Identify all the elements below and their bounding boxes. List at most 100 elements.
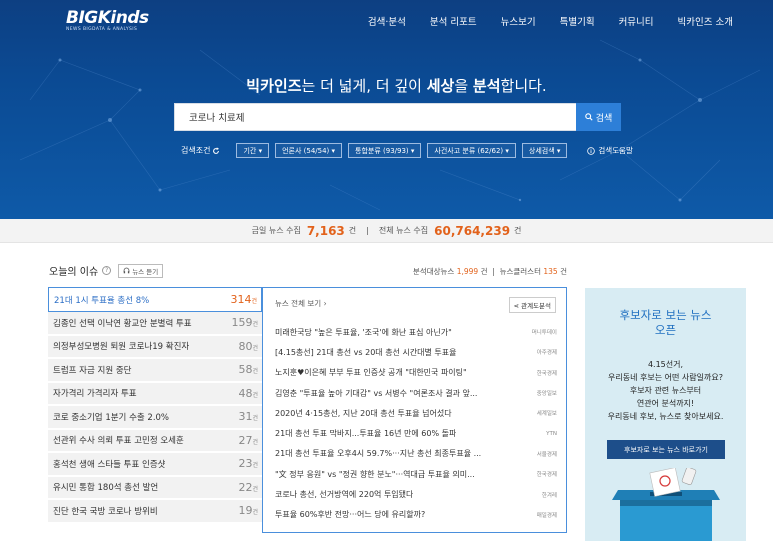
issue-item[interactable]: 김종인 선택 이낙연 황교안 분별력 투표 159건 <box>48 312 262 336</box>
news-item[interactable]: 김영춘 "투표율 높아 기대감" vs 서병수 "여론조사 결과 앞... 중앙일… <box>275 383 557 403</box>
news-title: 코로나 총선, 선거방역에 220억 투입됐다 <box>275 490 414 500</box>
listen-news-label: 뉴스 듣기 <box>132 267 159 276</box>
nav-analysis-report[interactable]: 분석 리포트 <box>430 14 477 28</box>
news-all-label: 뉴스 전체 보기 <box>275 299 322 308</box>
promo-text-line: 후보자 관련 뉴스부터 <box>629 386 702 395</box>
issue-title: 진단 한국 국방 코로나 방위비 <box>53 506 158 517</box>
news-item[interactable]: 21대 총선 투표 막바지...투표율 16년 만에 60% 돌파 YTN <box>275 423 557 443</box>
issue-title: 자가격리 가격리자 투표 <box>53 389 137 400</box>
news-all-link[interactable]: 뉴스 전체 보기 › <box>275 298 327 309</box>
news-title: 2020년 4·15총선, 지난 20대 총선 투표율 넘어섰다 <box>275 408 452 418</box>
filter-detail-label: 상세검색 <box>528 146 555 155</box>
issue-count-unit: 건 <box>252 368 258 376</box>
news-list: 미래한국당 "높은 투표율, '조국'에 화난 표심 아닌가" 머니투데이 [4.… <box>275 322 557 525</box>
promo-text-line: 4.15선거, <box>647 360 684 369</box>
nav-community[interactable]: 커뮤니티 <box>619 14 654 28</box>
news-source: 세계일보 <box>536 411 557 418</box>
filter-incident[interactable]: 사건사고 분류 (62/62) ▾ <box>427 143 516 158</box>
issue-title: 트럼프 자금 지원 중단 <box>53 365 132 376</box>
today-value: 7,163 <box>306 223 345 238</box>
issue-item[interactable]: 21대 1시 투표율 총선 8% 314건 <box>48 287 262 312</box>
issue-count-value: 31 <box>238 410 253 424</box>
news-title: 21대 총선 투표 막바지...투표율 16년 만에 60% 돌파 <box>275 429 457 439</box>
filter-detail[interactable]: 상세검색 ▾ <box>521 143 568 158</box>
filter-press[interactable]: 언론사 (54/54) ▾ <box>275 143 343 158</box>
nav-special[interactable]: 특별기획 <box>560 14 595 28</box>
issue-item[interactable]: 코로 중소기업 1분기 수출 2.0% 31건 <box>48 406 262 430</box>
nav-about[interactable]: 빅카인즈 소개 <box>678 14 733 28</box>
candidate-news-button[interactable]: 후보자로 보는 뉴스 바로가기 <box>607 440 725 459</box>
news-item[interactable]: 코로나 총선, 선거방역에 220억 투입됐다 한겨레 <box>275 484 557 504</box>
issue-count: 23건 <box>238 457 258 470</box>
news-title: [4.15총선] 21대 총선 vs 20대 총선 시간대별 투표율 <box>275 347 457 357</box>
news-panel-header: 뉴스 전체 보기 › ⋖ 관계도분석 <box>263 288 566 318</box>
filter-period[interactable]: 기간 ▾ <box>236 143 270 158</box>
main-nav: 검색·분석 분석 리포트 뉴스보기 특별기획 커뮤니티 빅카인즈 소개 <box>344 14 733 28</box>
issue-count: 48건 <box>238 387 258 400</box>
total-unit: 건 <box>514 226 522 235</box>
news-title: 노지훈♥이은혜 부부 투표 인증샷 공개 "대한민국 파이팅" <box>275 368 467 378</box>
listen-news-button[interactable]: 뉴스 듣기 <box>118 263 164 278</box>
promo-text: 4.15선거, 우리동네 후보는 어떤 사람일까요? 후보자 관련 뉴스부터 연… <box>585 358 746 423</box>
news-item[interactable]: 노지훈♥이은혜 부부 투표 인증샷 공개 "대한민국 파이팅" 한국경제 <box>275 363 557 383</box>
filter-press-label: 언론사 (54/54) <box>282 146 330 155</box>
issue-title: 코로 중소기업 1분기 수출 2.0% <box>53 412 170 423</box>
filter-incident-label: 사건사고 분류 (62/62) <box>434 146 504 155</box>
issue-count: 22건 <box>238 481 258 494</box>
analysis-unit: 건 <box>480 267 488 276</box>
promo-text-line: 연관어 분석까지! <box>636 399 695 408</box>
news-source: 아주경제 <box>536 350 557 357</box>
caret-down-icon: ▾ <box>331 146 336 155</box>
promo-text-line: 우리동네 후보, 뉴스로 찾아보세요. <box>607 412 724 421</box>
issue-count-value: 19 <box>238 504 253 518</box>
issue-count-unit: 건 <box>252 438 258 446</box>
issue-item[interactable]: 자가격리 가격리자 투표 48건 <box>48 382 262 406</box>
hero-banner: BIGKinds NEWS BIGDATA & ANALYSIS 검색·분석 분… <box>0 0 773 219</box>
issue-item[interactable]: 의정부성모병원 퇴원 코로나19 확진자 80건 <box>48 335 262 359</box>
news-item[interactable]: 투표율 60%후반 전망···어느 당에 유리할까? 매일경제 <box>275 505 557 525</box>
issue-item[interactable]: 홍석천 생애 스타들 투표 인증샷 23건 <box>48 453 262 477</box>
issue-count-unit: 건 <box>252 462 258 470</box>
search-help-link[interactable]: 검색도움말 <box>587 145 633 156</box>
news-source: 한국경제 <box>536 472 557 479</box>
issue-item[interactable]: 진단 한국 국방 코로나 방위비 19건 <box>48 500 262 524</box>
filter-category[interactable]: 통합분류 (93/93) ▾ <box>348 143 422 158</box>
issues-title: 오늘의 이슈 <box>49 267 99 278</box>
ballot-box-illustration <box>612 468 720 541</box>
news-item[interactable]: 21대 총선 투표율 오후4시 59.7%···지난 총선 최종투표율 ... 서… <box>275 444 557 464</box>
logo-subtitle: NEWS BIGDATA & ANALYSIS <box>66 27 138 32</box>
slogan-strong1: 세상 <box>426 77 455 95</box>
nav-news-view[interactable]: 뉴스보기 <box>501 14 536 28</box>
issue-item[interactable]: 트럼프 자금 지원 중단 58건 <box>48 359 262 383</box>
issue-title: 홍석천 생애 스타들 투표 인증샷 <box>53 459 166 470</box>
cluster-unit: 건 <box>560 267 567 276</box>
news-item[interactable]: 미래한국당 "높은 투표율, '조국'에 화난 표심 아닌가" 머니투데이 <box>275 322 557 342</box>
relation-analysis-label: 관계도분석 <box>521 302 551 310</box>
search-button[interactable]: 검색 <box>576 103 621 131</box>
news-item[interactable]: "文 정부 응원" vs "정권 향한 분노"···역대급 투표율 의미... 한… <box>275 464 557 484</box>
issue-item[interactable]: 선관위 수사 의뢰 투표 고민정 오세훈 27건 <box>48 429 262 453</box>
help-icon[interactable]: ? <box>102 266 112 275</box>
bigkinds-logo[interactable]: BIGKinds NEWS BIGDATA & ANALYSIS <box>66 8 149 32</box>
issue-count: 19건 <box>238 504 258 517</box>
issue-count-unit: 건 <box>252 391 258 399</box>
relation-analysis-button[interactable]: ⋖ 관계도분석 <box>508 297 556 313</box>
news-item[interactable]: [4.15총선] 21대 총선 vs 20대 총선 시간대별 투표율 아주경제 <box>275 342 557 362</box>
news-source: 한국경제 <box>536 370 557 377</box>
search-input[interactable] <box>175 104 576 130</box>
caret-down-icon: ▾ <box>258 146 263 155</box>
nav-search-analysis[interactable]: 검색·분석 <box>368 14 406 28</box>
refresh-icon[interactable] <box>212 146 220 155</box>
issue-count: 27건 <box>238 434 258 447</box>
slogan-part1: 는 더 넓게, 더 깊이 <box>301 77 427 95</box>
issue-item[interactable]: 유시민 통합 180석 총선 발언 22건 <box>48 476 262 500</box>
news-item[interactable]: 2020년 4·15총선, 지난 20대 총선 투표율 넘어섰다 세계일보 <box>275 403 557 423</box>
slogan-part2: 을 <box>454 77 473 95</box>
caret-down-icon: ▾ <box>410 146 415 155</box>
headphones-icon <box>123 267 130 274</box>
issue-count: 314건 <box>230 293 257 306</box>
issue-count-unit: 건 <box>251 298 257 305</box>
filter-category-label: 통합분류 (93/93) <box>355 146 409 155</box>
news-title: 21대 총선 투표율 오후4시 59.7%···지난 총선 최종투표율 ... <box>275 449 482 459</box>
news-source: 머니투데이 <box>531 330 557 337</box>
